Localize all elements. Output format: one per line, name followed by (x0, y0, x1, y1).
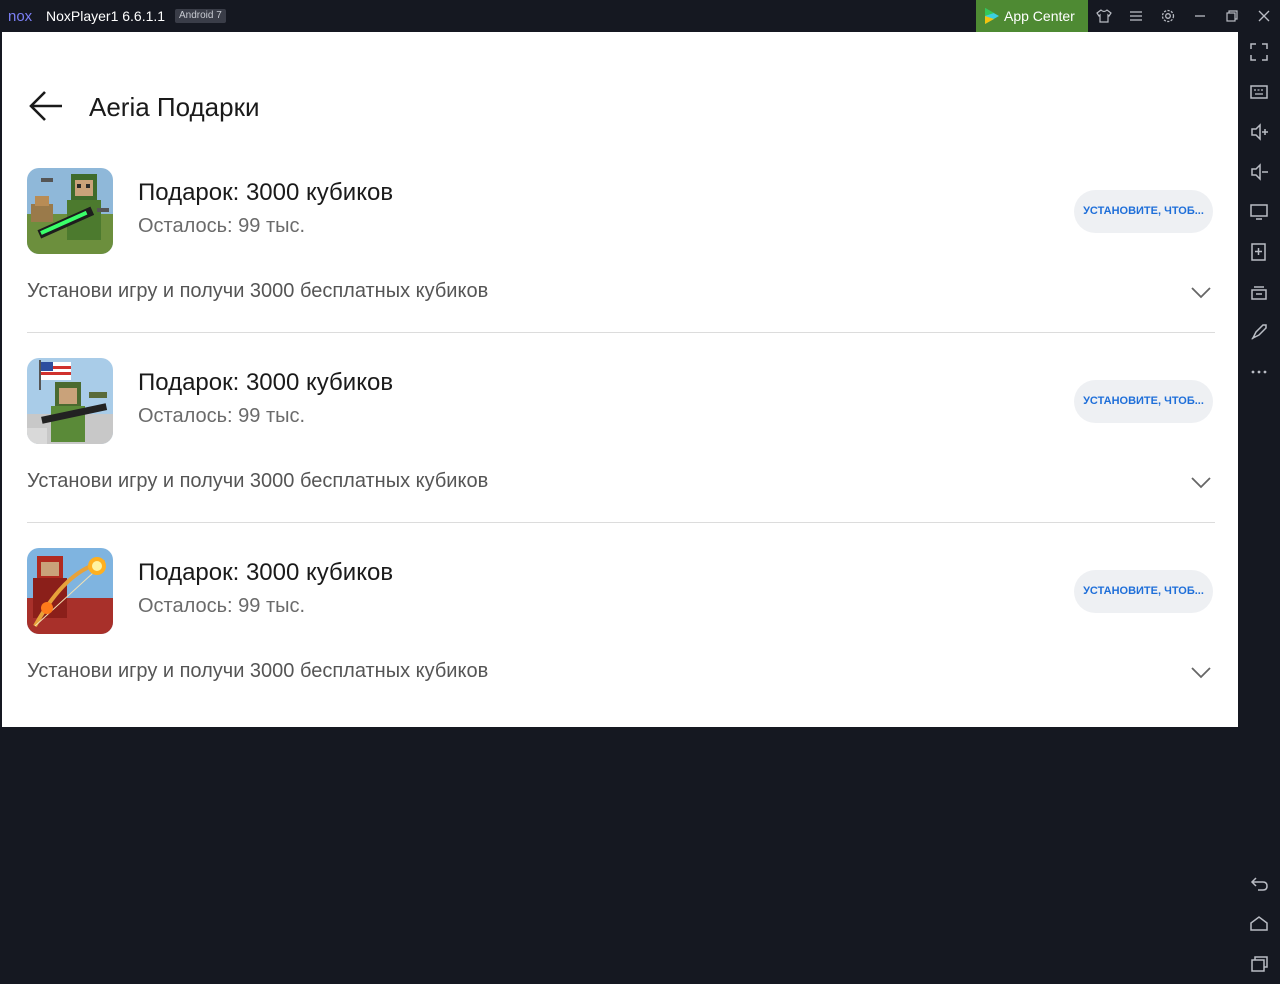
minimize-icon[interactable] (1192, 8, 1208, 24)
app-title: NoxPlayer1 6.6.1.1 (46, 8, 166, 24)
chevron-down-icon[interactable] (1190, 286, 1212, 300)
divider (27, 332, 1215, 333)
game-icon-archer-fire[interactable] (27, 548, 113, 634)
menu-icon[interactable] (1128, 8, 1144, 24)
volume-down-icon[interactable] (1249, 162, 1269, 182)
page-title: Aeria Подарки (89, 92, 260, 122)
gift-title: Подарок: 3000 кубиков (138, 179, 394, 206)
gear-icon[interactable] (1160, 8, 1176, 24)
rocket-icon[interactable] (1249, 322, 1269, 342)
home-icon[interactable] (1249, 914, 1269, 934)
titlebar: nox NoxPlayer1 6.6.1.1 Android 7 App Cen… (0, 0, 1280, 32)
back-arrow-icon[interactable] (28, 89, 64, 123)
play-store-icon (985, 8, 999, 24)
app-center-button[interactable]: App Center (976, 0, 1088, 32)
svg-text:nox: nox (8, 8, 33, 24)
back-icon[interactable] (1249, 874, 1269, 894)
install-button[interactable]: УСТАНОВИТЕ, ЧТОБ... (1074, 380, 1213, 423)
android-screen: Aeria Подарки Подарок: 3000 кубиков Оста… (2, 32, 1238, 727)
gift-item: Подарок: 3000 кубиков Осталось: 99 тыс. … (27, 168, 1215, 358)
fullscreen-icon[interactable] (1249, 42, 1269, 62)
gift-item: Подарок: 3000 кубиков Осталось: 99 тыс. … (27, 548, 1215, 727)
gift-description: Установи игру и получи 3000 бесплатных к… (27, 470, 489, 492)
screen-icon[interactable] (1249, 202, 1269, 222)
install-button[interactable]: УСТАНОВИТЕ, ЧТОБ... (1074, 190, 1213, 233)
gift-remaining: Осталось: 99 тыс. (138, 405, 306, 427)
android-version-badge: Android 7 (175, 9, 226, 23)
gift-description: Установи игру и получи 3000 бесплатных к… (27, 280, 489, 302)
keyboard-icon[interactable] (1249, 82, 1269, 102)
multi-instance-icon[interactable] (1249, 282, 1269, 302)
recent-apps-icon[interactable] (1249, 954, 1269, 974)
game-icon-soldier-flag[interactable] (27, 358, 113, 444)
install-button[interactable]: УСТАНОВИТЕ, ЧТОБ... (1074, 570, 1213, 613)
gift-title: Подарок: 3000 кубиков (138, 559, 394, 586)
gift-title: Подарок: 3000 кубиков (138, 369, 394, 396)
chevron-down-icon[interactable] (1190, 476, 1212, 490)
apk-install-icon[interactable] (1249, 242, 1269, 262)
emulator-sidebar (1238, 32, 1280, 984)
gift-remaining: Осталось: 99 тыс. (138, 215, 306, 237)
app-center-label: App Center (1004, 8, 1075, 24)
shirt-theme-icon[interactable] (1096, 8, 1112, 24)
nox-logo-icon: nox (8, 8, 33, 24)
gift-remaining: Осталось: 99 тыс. (138, 595, 306, 617)
restore-window-icon[interactable] (1224, 8, 1240, 24)
chevron-down-icon[interactable] (1190, 666, 1212, 680)
gift-description: Установи игру и получи 3000 бесплатных к… (27, 660, 489, 682)
divider (27, 522, 1215, 523)
close-icon[interactable] (1256, 8, 1272, 24)
gift-item: Подарок: 3000 кубиков Осталось: 99 тыс. … (27, 358, 1215, 548)
game-icon-soldier-rifle[interactable] (27, 168, 113, 254)
more-icon[interactable] (1249, 362, 1269, 382)
volume-up-icon[interactable] (1249, 122, 1269, 142)
